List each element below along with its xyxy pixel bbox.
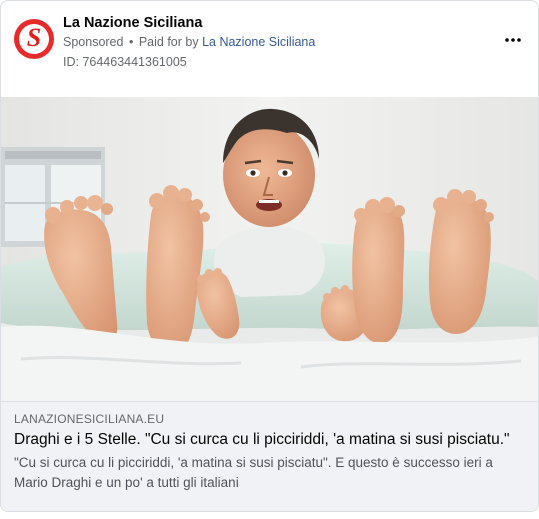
post-header: S La Nazione Siciliana Sponsored • Paid … (1, 1, 538, 97)
sponsored-label: Sponsored (63, 35, 124, 49)
sponsored-meta: Sponsored • Paid for by La Nazione Sicil… (63, 35, 315, 49)
page-logo-icon: S (19, 23, 49, 54)
link-preview[interactable]: LANAZIONESICILIANA.EU Draghi e i 5 Stell… (1, 401, 538, 511)
page-logo-letter: S (26, 23, 42, 52)
post-image[interactable] (1, 97, 538, 401)
link-domain: LANAZIONESICILIANA.EU (14, 412, 165, 426)
paid-for-name[interactable]: La Nazione Siciliana (202, 35, 315, 49)
meta-separator: • (128, 35, 134, 49)
page-avatar[interactable]: S (14, 19, 54, 59)
more-options-icon[interactable] (502, 29, 524, 51)
paid-for-prefix: Paid for by (138, 35, 199, 49)
page-name[interactable]: La Nazione Siciliana (63, 15, 202, 31)
sponsored-post-card: S La Nazione Siciliana Sponsored • Paid … (0, 0, 539, 512)
link-description: "Cu si curca cu li picciriddi, 'a matina… (14, 455, 493, 490)
link-headline[interactable]: Draghi e i 5 Stelle. "Cu si curca cu li … (14, 431, 510, 449)
ad-id: ID: 764463441361005 (63, 55, 187, 69)
